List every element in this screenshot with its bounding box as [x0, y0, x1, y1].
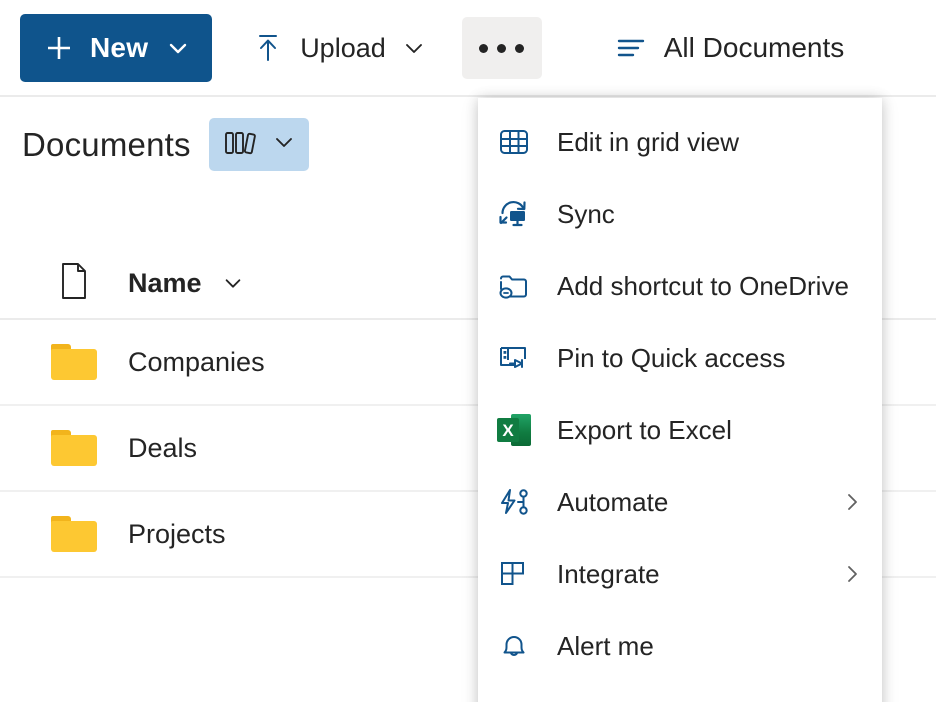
menu-item-automate[interactable]: Automate [478, 466, 882, 538]
menu-item-pin-to-quick-access[interactable]: Pin to Quick access [478, 322, 882, 394]
page-title: Documents [22, 125, 191, 163]
sharepoint-document-library: New Upload All Documents Documents Name … [0, 0, 936, 702]
chevron-down-icon [222, 272, 244, 294]
command-bar-divider [0, 95, 936, 97]
integrate-icon [497, 557, 541, 591]
menu-item-label: Integrate [557, 559, 660, 589]
menu-item-alert-me[interactable]: Alert me [478, 610, 882, 682]
bell-icon [497, 629, 541, 663]
menu-item-label: Alert me [557, 631, 654, 661]
library-selector-button[interactable] [208, 118, 309, 171]
folder-icon [51, 344, 97, 380]
more-options-menu: Edit in grid view Sync Add shortcut to O… [478, 98, 882, 702]
add-shortcut-onedrive-icon [497, 269, 541, 303]
menu-item-label: Sync [557, 199, 615, 229]
row-icon-cell [20, 344, 128, 380]
folder-icon [51, 430, 97, 466]
column-header-name-label: Name [128, 267, 202, 298]
excel-icon: X [497, 413, 541, 447]
folder-icon [51, 516, 97, 552]
upload-button-label: Upload [300, 32, 386, 63]
chevron-right-icon [840, 562, 864, 586]
upload-arrow-icon [252, 32, 284, 64]
new-button-label: New [90, 32, 149, 63]
menu-item-label: Add shortcut to OneDrive [557, 271, 849, 301]
menu-item-label: Export to Excel [557, 415, 732, 445]
more-options-button[interactable] [461, 17, 542, 79]
chevron-down-icon [166, 36, 190, 60]
new-button[interactable]: New [20, 14, 213, 82]
menu-item-label: Automate [557, 487, 669, 517]
sync-icon [497, 197, 541, 231]
plus-icon [44, 33, 74, 63]
menu-item-integrate[interactable]: Integrate [478, 538, 882, 610]
menu-item-label: Edit in grid view [557, 127, 740, 157]
row-icon-cell [20, 430, 128, 466]
automate-icon [497, 485, 541, 519]
more-horizontal-icon [479, 43, 525, 53]
menu-item-add-shortcut-to-onedrive[interactable]: Add shortcut to OneDrive [478, 250, 882, 322]
menu-item-manage-my-alerts[interactable]: Manage my alerts [478, 682, 882, 702]
chevron-right-icon [840, 490, 864, 514]
row-icon-cell [20, 516, 128, 552]
page-header: Documents [22, 118, 309, 171]
grid-view-icon [497, 125, 541, 159]
library-books-icon [222, 125, 260, 164]
view-switcher-button[interactable]: All Documents [600, 17, 859, 79]
menu-item-sync[interactable]: Sync [478, 178, 882, 250]
pin-quick-access-icon [497, 341, 541, 375]
command-bar: New Upload All Documents [0, 0, 936, 96]
menu-item-label: Pin to Quick access [557, 343, 786, 373]
menu-item-edit-in-grid-view[interactable]: Edit in grid view [478, 106, 882, 178]
menu-item-export-to-excel[interactable]: X Export to Excel [478, 394, 882, 466]
file-type-icon [57, 261, 91, 306]
column-header-file-type[interactable] [20, 261, 128, 306]
upload-button[interactable]: Upload [238, 17, 440, 79]
view-switcher-label: All Documents [663, 32, 845, 63]
view-list-icon [614, 31, 648, 65]
chevron-down-icon [402, 36, 426, 60]
chevron-down-icon [272, 130, 296, 159]
